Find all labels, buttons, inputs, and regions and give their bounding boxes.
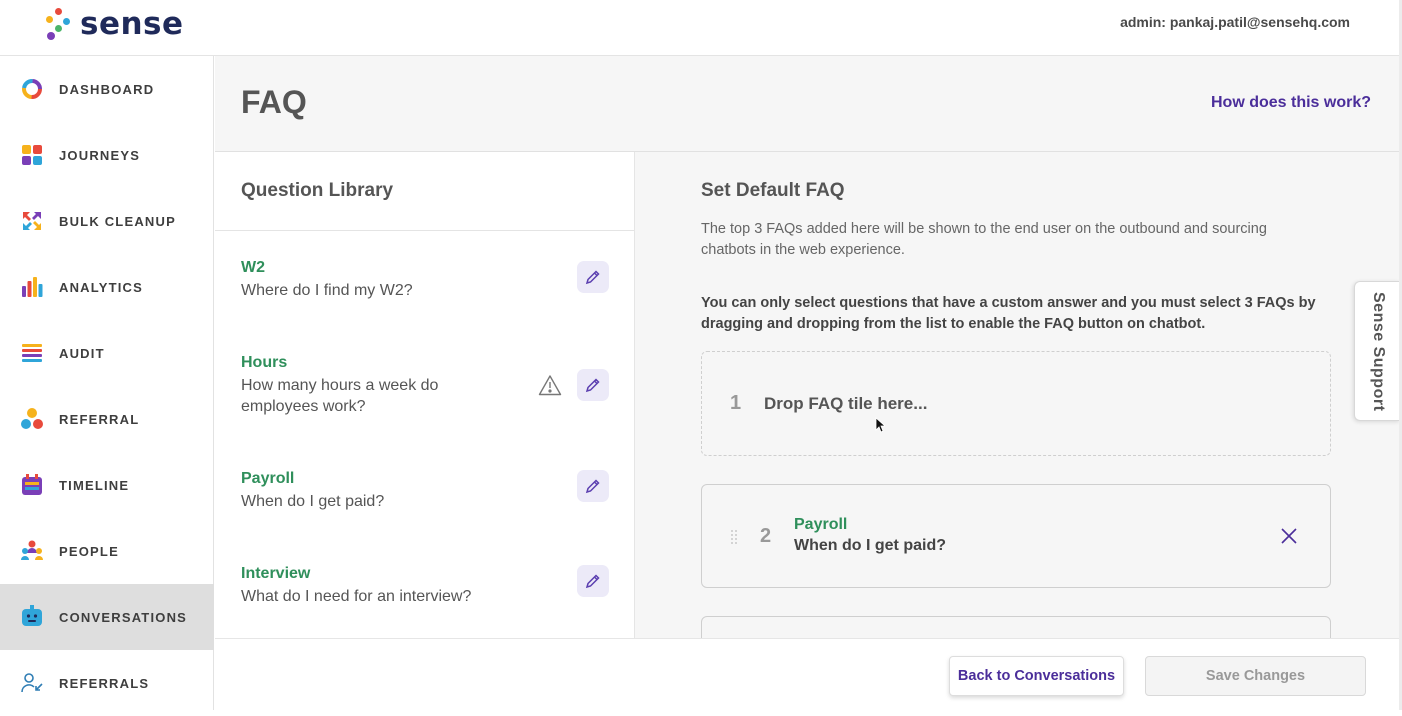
analytics-icon <box>20 275 44 299</box>
question-text: How many hours a week do employees work? <box>241 377 439 415</box>
page-title: FAQ <box>241 84 307 120</box>
sidebar-item-label: DASHBOARD <box>59 81 155 97</box>
save-changes-button[interactable]: Save Changes <box>1145 656 1366 696</box>
top-bar: sense admin: pankaj.patil@sensehq.com <box>0 0 1402 56</box>
edit-question-button[interactable] <box>577 369 609 401</box>
faq-slot-question-text: When do I get paid? <box>794 537 946 554</box>
question-tile[interactable]: W2 Where do I find my W2? <box>241 259 611 301</box>
default-faq-note: You can only select questions that have … <box>701 295 1316 332</box>
sidebar-item-conversations[interactable]: CONVERSATIONS <box>0 584 214 650</box>
edit-question-button[interactable] <box>577 470 609 502</box>
logo-text: sense <box>80 6 184 42</box>
sidebar-item-bulk-cleanup[interactable]: BULK CLEANUP <box>0 188 214 254</box>
question-text: When do I get paid? <box>241 493 385 510</box>
faq-slot-2[interactable]: 2 Payroll When do I get paid? <box>701 484 1331 588</box>
pencil-icon <box>585 378 600 393</box>
sidebar-item-label: ANALYTICS <box>59 279 143 295</box>
divider <box>215 230 634 231</box>
sidebar-item-referrals[interactable]: REFERRALS <box>0 650 214 716</box>
sidebar-item-label: PEOPLE <box>59 543 119 559</box>
audit-icon <box>20 341 44 365</box>
referrals-icon <box>20 671 44 695</box>
question-library-panel: Question Library W2 Where do I find my W… <box>215 152 635 638</box>
question-tile[interactable]: Interview What do I need for an intervie… <box>241 565 611 607</box>
how-does-this-work-link[interactable]: How does this work? <box>1211 94 1371 112</box>
question-tile[interactable]: Hours How many hours a week do employees… <box>241 354 611 417</box>
question-tile[interactable]: Payroll When do I get paid? <box>241 470 611 512</box>
faq-slot-3[interactable] <box>701 616 1331 638</box>
referral-icon <box>20 407 44 431</box>
default-faq-title: Set Default FAQ <box>701 180 845 201</box>
sidebar-item-people[interactable]: PEOPLE <box>0 518 214 584</box>
sidebar-item-label: AUDIT <box>59 345 105 361</box>
pencil-icon <box>585 574 600 589</box>
sidebar-item-label: JOURNEYS <box>59 147 141 163</box>
sidebar-item-dashboard[interactable]: DASHBOARD <box>0 56 214 122</box>
main-content: FAQ How does this work? Question Library… <box>215 56 1399 710</box>
sidebar-item-label: REFERRALS <box>59 675 150 691</box>
dashboard-icon <box>20 77 44 101</box>
sidebar-item-referral[interactable]: REFERRAL <box>0 386 214 452</box>
question-name: Payroll <box>241 470 295 487</box>
conversations-icon <box>20 605 44 629</box>
people-icon <box>20 539 44 563</box>
edit-question-button[interactable] <box>577 261 609 293</box>
sense-logo[interactable]: sense <box>44 4 184 44</box>
journeys-icon <box>20 143 44 167</box>
drop-placeholder: Drop FAQ tile here... <box>764 394 928 413</box>
sidebar-nav: DASHBOARD JOURNEYS BULK CLEANUP ANALYTIC… <box>0 56 214 710</box>
sidebar-item-journeys[interactable]: JOURNEYS <box>0 122 214 188</box>
question-text: Where do I find my W2? <box>241 282 413 299</box>
sidebar-item-audit[interactable]: AUDIT <box>0 320 214 386</box>
edit-question-button[interactable] <box>577 565 609 597</box>
sense-support-label: Sense Support <box>1370 292 1387 412</box>
slot-number: 1 <box>730 392 742 414</box>
mouse-cursor-icon <box>875 417 885 433</box>
bulk-cleanup-icon <box>20 209 44 233</box>
back-to-conversations-button[interactable]: Back to Conversations <box>949 656 1124 696</box>
question-library-title: Question Library <box>241 180 394 201</box>
sense-support-tab[interactable]: Sense Support <box>1354 281 1400 421</box>
slot-number: 2 <box>760 525 772 547</box>
footer-bar: Back to Conversations Save Changes <box>215 638 1399 710</box>
question-name: W2 <box>241 259 265 276</box>
question-name: Hours <box>241 354 288 371</box>
question-name: Interview <box>241 565 311 582</box>
sidebar-item-timeline[interactable]: TIMELINE <box>0 452 214 518</box>
sidebar-item-label: BULK CLEANUP <box>59 213 176 229</box>
timeline-icon <box>20 473 44 497</box>
drag-handle-icon[interactable] <box>730 529 738 545</box>
admin-account-label[interactable]: admin: pankaj.patil@sensehq.com <box>1120 14 1350 30</box>
default-faq-description: The top 3 FAQs added here will be shown … <box>701 221 1267 258</box>
remove-faq-close-icon[interactable] <box>1278 525 1300 547</box>
sidebar-item-label: CONVERSATIONS <box>59 609 188 625</box>
sidebar-item-label: TIMELINE <box>59 477 130 493</box>
pencil-icon <box>585 479 600 494</box>
question-text: What do I need for an interview? <box>241 588 472 605</box>
logo-dots-icon <box>44 7 72 41</box>
faq-drop-slot-1[interactable]: 1 Drop FAQ tile here... <box>701 351 1331 456</box>
default-faq-panel: Set Default FAQ The top 3 FAQs added her… <box>635 152 1399 638</box>
faq-slot-question-name: Payroll <box>794 516 848 533</box>
sidebar-item-analytics[interactable]: ANALYTICS <box>0 254 214 320</box>
warning-icon <box>537 372 563 398</box>
pencil-icon <box>585 270 600 285</box>
page-header: FAQ How does this work? <box>215 56 1399 152</box>
sidebar-item-label: REFERRAL <box>59 411 140 427</box>
